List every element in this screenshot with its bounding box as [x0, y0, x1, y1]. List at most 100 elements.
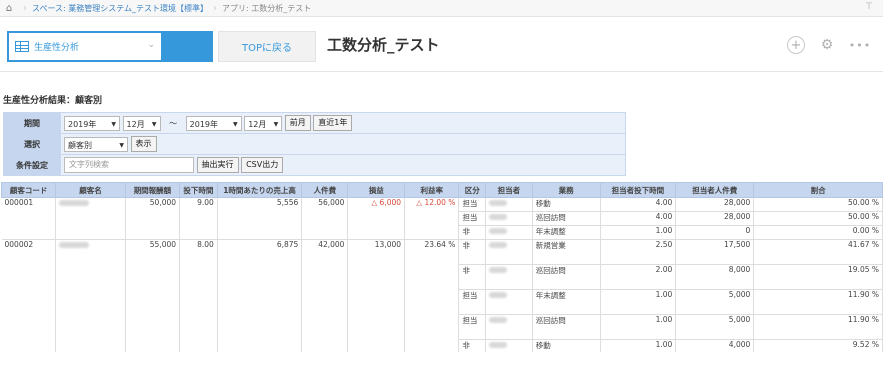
gear-icon[interactable]: ⚙ — [818, 36, 836, 54]
table-cell: 非 — [458, 264, 487, 277]
table-cell: 年末調整 — [532, 289, 601, 302]
chevron-right-icon: › — [213, 2, 218, 14]
table-cell — [55, 211, 126, 226]
table-cell — [179, 252, 218, 265]
range-tilde: 〜 — [169, 118, 178, 128]
to-month-select[interactable]: 12月 ▼ — [244, 115, 283, 131]
show-button[interactable]: 表示 — [130, 136, 157, 152]
table-cell: 新規営業 — [532, 239, 601, 252]
table-cell — [485, 211, 533, 226]
table-cell — [55, 327, 126, 340]
view-selector[interactable]: 生産性分析 ⌄ — [7, 31, 213, 62]
csv-export-button[interactable]: CSV出力 — [241, 157, 284, 173]
table-cell — [179, 211, 218, 226]
redacted-text — [59, 200, 90, 206]
breadcrumb-app[interactable]: アプリ: 工数分析_テスト — [222, 3, 311, 14]
table-cell: 5,000 — [675, 314, 755, 327]
table-cell: 巡回訪問 — [532, 211, 601, 226]
column-header: 割合 — [753, 182, 883, 198]
extract-button[interactable]: 抽出実行 — [196, 157, 239, 173]
from-month-value: 12月 — [126, 119, 145, 129]
table-row: 000002 55,000 8.00 6,875 42,000 13,000 23.64 %… — [1, 239, 883, 252]
table-cell — [347, 302, 406, 315]
table-cell: 11.90 % — [753, 314, 883, 327]
column-header: 担当者投下時間 — [599, 182, 677, 198]
table-row — [1, 302, 883, 315]
last-year-button[interactable]: 直近1年 — [313, 115, 353, 131]
table-cell — [217, 339, 303, 352]
table-cell: 4.00 — [600, 211, 677, 226]
table-cell — [485, 197, 533, 212]
home-icon[interactable]: ⌂ — [0, 3, 18, 14]
select-arrow-icon: ▼ — [233, 120, 238, 128]
table-cell — [301, 314, 349, 327]
table-cell — [55, 239, 126, 252]
table-cell — [600, 277, 677, 290]
to-year-select[interactable]: 2019年 ▼ — [185, 115, 242, 131]
table-cell — [55, 289, 126, 302]
prev-month-button[interactable]: 前月 — [284, 115, 311, 131]
redacted-text — [489, 242, 508, 248]
chevron-down-icon: ⌄ — [147, 40, 155, 50]
table-cell — [301, 277, 349, 290]
table-cell — [125, 252, 181, 265]
column-header: 顧客コード — [0, 182, 57, 198]
search-input[interactable]: 文字列検索 — [64, 157, 194, 173]
table-row: 担当 巡回訪問 4.00 28,000 50.00 % — [1, 211, 883, 226]
table-cell — [55, 277, 126, 290]
table-cell: 11.90 % — [753, 289, 883, 302]
breadcrumb-space-link[interactable]: スペース: 業務管理システム_テスト環境【標準】 — [32, 3, 208, 14]
section-title: 生産性分析結果：顧客別 — [3, 96, 103, 106]
table-cell: △ 12.00 % — [404, 197, 460, 212]
table-cell: 1.00 — [600, 289, 677, 302]
table-cell — [485, 277, 533, 290]
table-cell: 55,000 — [125, 239, 181, 252]
table-cell: 担当 — [458, 197, 487, 212]
table-cell: 非 — [458, 339, 487, 352]
table-cell: 2.50 — [600, 239, 677, 252]
table-cell — [179, 264, 218, 277]
table-cell — [55, 252, 126, 265]
table-cell — [458, 327, 487, 340]
more-options-icon[interactable]: ••• — [849, 36, 870, 54]
table-cell — [1, 339, 57, 352]
table-cell — [458, 302, 487, 315]
table-cell — [179, 327, 218, 340]
to-year-value: 2019年 — [189, 119, 218, 129]
table-cell: 2.00 — [600, 264, 677, 277]
from-year-select[interactable]: 2019年 ▼ — [64, 115, 120, 131]
select-arrow-icon: ▼ — [111, 120, 116, 128]
from-month-select[interactable]: 12月 ▼ — [122, 115, 161, 131]
table-cell — [404, 264, 460, 277]
table-cell — [485, 239, 533, 252]
table-cell — [600, 252, 677, 265]
top-button[interactable]: TOPに戻る — [218, 31, 316, 62]
table-cell — [532, 252, 601, 265]
table-cell — [125, 339, 181, 352]
table-cell — [458, 252, 487, 265]
table-cell: 8.00 — [179, 239, 218, 252]
table-cell — [485, 302, 533, 315]
table-cell — [485, 225, 533, 240]
table-cell — [404, 327, 460, 340]
column-header: 担当者 — [485, 182, 533, 198]
table-cell — [301, 289, 349, 302]
redacted-text — [489, 228, 508, 234]
table-cell — [675, 327, 755, 340]
table-cell — [404, 314, 460, 327]
table-cell — [485, 327, 533, 340]
group-by-select[interactable]: 顧客別 ▼ — [64, 136, 128, 152]
to-month-value: 12月 — [248, 119, 267, 129]
redacted-text — [489, 342, 508, 348]
table-cell — [485, 314, 533, 327]
table-cell — [485, 264, 533, 277]
table-cell: 19.05 % — [753, 264, 883, 277]
table-row: 担当 年末調整 1.00 5,000 11.90 % — [1, 289, 883, 302]
table-cell: 000001 — [1, 197, 57, 212]
pin-icon[interactable]: ⊤ — [865, 2, 873, 12]
add-record-icon[interactable]: + — [787, 36, 805, 54]
table-cell — [404, 339, 460, 352]
table-cell — [404, 289, 460, 302]
table-cell — [753, 302, 883, 315]
table-cell — [301, 225, 349, 240]
